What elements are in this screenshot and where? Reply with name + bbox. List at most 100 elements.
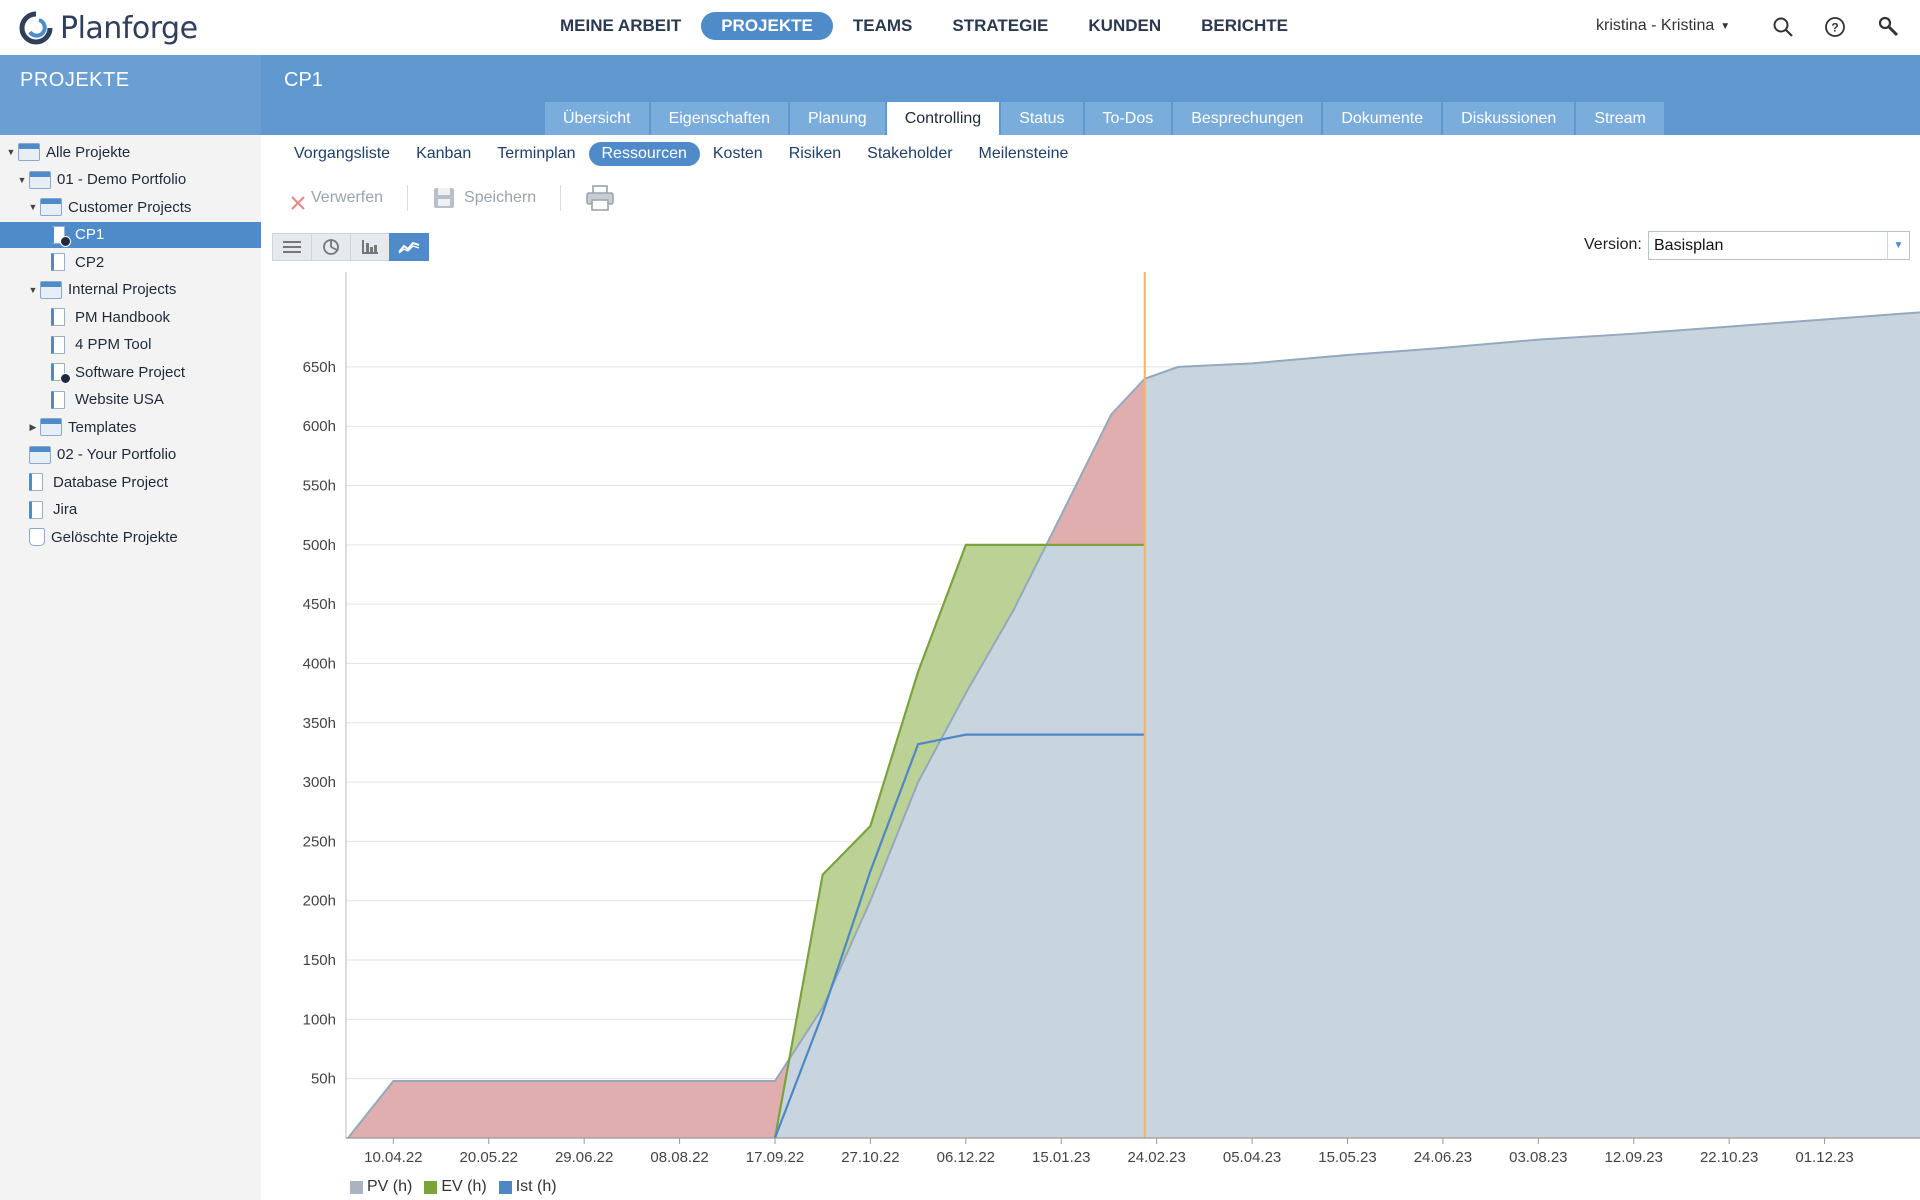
- project-header: CP1 Übersicht Eigenschaften Planung Control…: [261, 55, 1920, 135]
- legend-item[interactable]: EV (h): [424, 1178, 487, 1196]
- legend-swatch: [424, 1180, 438, 1194]
- tab-to-dos[interactable]: To-Dos: [1084, 102, 1172, 135]
- x-tick-label: 15.01.23: [1032, 1149, 1090, 1166]
- discard-button[interactable]: Verwerfen: [283, 184, 389, 212]
- tree-item[interactable]: CP2: [0, 249, 261, 275]
- brand-logo[interactable]: Planforge: [18, 8, 198, 48]
- tab-übersicht[interactable]: Übersicht: [545, 102, 649, 135]
- project-icon: [51, 335, 65, 354]
- user-menu[interactable]: kristina - Kristina ▼: [1596, 17, 1730, 35]
- nav-item-teams[interactable]: TEAMS: [833, 12, 933, 40]
- x-tick-label: 10.04.22: [364, 1149, 422, 1166]
- legend-label: EV (h): [441, 1178, 487, 1195]
- tree-item-label: 02 - Your Portfolio: [57, 446, 177, 463]
- nav-item-kunden[interactable]: KUNDEN: [1068, 12, 1181, 40]
- wrench-icon[interactable]: [1876, 14, 1902, 40]
- y-tick-label: 600h: [303, 418, 336, 435]
- legend-swatch: [498, 1180, 512, 1194]
- line-chart-view-button[interactable]: [389, 233, 429, 261]
- bar-view-icon: [362, 240, 378, 254]
- tree-item[interactable]: ▼ Alle Projekte: [0, 139, 261, 165]
- schedule-variance-negative-area: [350, 1062, 787, 1138]
- subtab-kanban[interactable]: Kanban: [403, 142, 484, 166]
- collapse-arrow-icon[interactable]: ▼: [28, 285, 38, 295]
- tree-item[interactable]: ▼ 01 - Demo Portfolio: [0, 167, 261, 193]
- save-label: Speichern: [464, 189, 537, 206]
- collapse-arrow-icon[interactable]: ▼: [6, 147, 16, 157]
- sidebar-header: PROJEKTE: [0, 55, 261, 135]
- tree-item[interactable]: Jira: [0, 497, 261, 523]
- tab-status[interactable]: Status: [1001, 102, 1083, 135]
- tree-item-label: Templates: [68, 418, 137, 436]
- portfolio-folder-icon: [40, 198, 62, 216]
- x-tick-label: 01.12.23: [1795, 1149, 1853, 1166]
- x-tick-label: 03.08.23: [1509, 1149, 1567, 1166]
- tree-item[interactable]: ▶ Templates: [0, 414, 261, 440]
- tree-item-label: PM Handbook: [75, 308, 171, 326]
- subtab-terminplan[interactable]: Terminplan: [484, 142, 588, 166]
- subtab-risiken[interactable]: Risiken: [776, 142, 854, 166]
- legend-swatch: [350, 1180, 363, 1194]
- tree-item[interactable]: Website USA: [0, 387, 261, 413]
- tree-item[interactable]: 4 PPM Tool: [0, 332, 261, 358]
- subtab-ressourcen[interactable]: Ressourcen: [588, 142, 700, 166]
- version-selected-value: Basisplan: [1654, 236, 1724, 254]
- legend-item[interactable]: Ist (h): [498, 1178, 557, 1196]
- save-button[interactable]: Speichern: [426, 186, 542, 210]
- tree-item[interactable]: Database Project: [0, 469, 261, 495]
- subtab-vorgangsliste[interactable]: Vorgangsliste: [281, 142, 403, 166]
- line-chart-view-icon: [398, 241, 420, 254]
- collapse-arrow-icon[interactable]: ▼: [28, 202, 38, 212]
- tree-item-label: 4 PPM Tool: [75, 336, 152, 353]
- tab-besprechungen[interactable]: Besprechungen: [1173, 102, 1322, 135]
- nav-item-berichte[interactable]: BERICHTE: [1181, 12, 1308, 40]
- y-tick-label: 650h: [303, 359, 336, 376]
- tree-item-label: Gelöschte Projekte: [51, 528, 178, 546]
- nav-item-strategie[interactable]: STRATEGIE: [932, 12, 1068, 40]
- discard-label: Verwerfen: [311, 189, 384, 206]
- tab-stream[interactable]: Stream: [1576, 102, 1664, 135]
- help-icon[interactable]: ?: [1822, 14, 1848, 40]
- x-tick-label: 08.08.22: [650, 1149, 708, 1166]
- tab-eigenschaften[interactable]: Eigenschaften: [650, 102, 788, 135]
- tree-item[interactable]: CP1: [0, 221, 261, 248]
- expand-arrow-icon[interactable]: ▶: [28, 422, 38, 433]
- subtab-meilensteine[interactable]: Meilensteine: [966, 142, 1082, 166]
- pie-view-button[interactable]: [311, 233, 351, 261]
- chart-view-switcher: [272, 233, 429, 261]
- list-view-button[interactable]: [272, 233, 312, 261]
- printer-icon: [586, 185, 614, 211]
- project-icon: [51, 390, 65, 409]
- tree-item[interactable]: 02 - Your Portfolio: [0, 442, 261, 468]
- trash-icon: [29, 528, 45, 546]
- tab-controlling[interactable]: Controlling: [886, 102, 1000, 135]
- tree-item[interactable]: PM Handbook: [0, 304, 261, 330]
- search-icon[interactable]: [1770, 14, 1796, 40]
- main-navigation: MEINE ARBEIT PROJEKTE TEAMS STRATEGIE KUNDEN…: [540, 12, 1308, 40]
- chevron-down-icon[interactable]: ▼: [1887, 232, 1909, 259]
- legend-item[interactable]: PV (h): [350, 1178, 412, 1196]
- collapse-arrow-icon[interactable]: ▼: [17, 175, 27, 185]
- tree-item[interactable]: Gelöschte Projekte: [0, 524, 261, 550]
- subtab-stakeholder[interactable]: Stakeholder: [854, 142, 965, 166]
- y-tick-label: 300h: [303, 774, 336, 791]
- tree-item[interactable]: ▼ Internal Projects: [0, 277, 261, 303]
- portfolio-folder-icon: [40, 418, 62, 436]
- x-tick-label: 27.10.22: [841, 1149, 899, 1166]
- tab-diskussionen[interactable]: Diskussionen: [1443, 102, 1575, 135]
- tree-item[interactable]: Software Project: [0, 359, 261, 385]
- nav-item-projekte[interactable]: PROJEKTE: [701, 12, 833, 40]
- version-select[interactable]: Basisplan ▼: [1648, 231, 1910, 260]
- controlling-subnav: Vorgangsliste Kanban Terminplan Ressourcen K…: [281, 142, 1081, 166]
- nav-item-meine-arbeit[interactable]: MEINE ARBEIT: [540, 12, 701, 40]
- project-title: CP1: [284, 69, 323, 91]
- bar-view-button[interactable]: [350, 233, 390, 261]
- tree-item[interactable]: ▼ Customer Projects: [0, 194, 261, 220]
- tab-dokumente[interactable]: Dokumente: [1323, 102, 1442, 135]
- tab-planung[interactable]: Planung: [789, 102, 885, 135]
- x-tick-label: 24.02.23: [1127, 1149, 1185, 1166]
- toolbar-divider: [407, 185, 409, 211]
- subtab-kosten[interactable]: Kosten: [700, 142, 776, 166]
- legend-label: PV (h): [367, 1178, 413, 1195]
- print-button[interactable]: [579, 184, 621, 212]
